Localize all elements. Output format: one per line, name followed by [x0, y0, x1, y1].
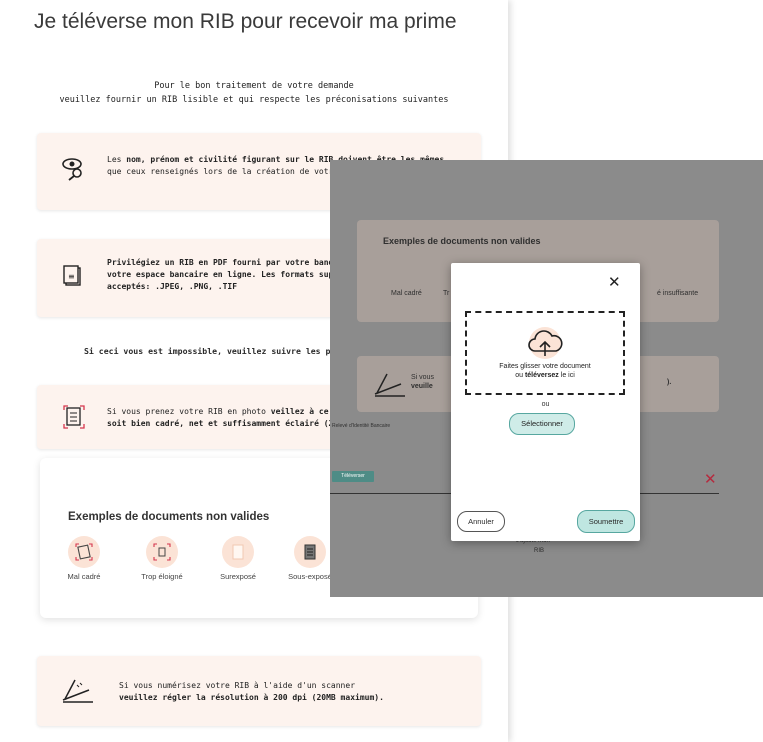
drop-zone-text-c: le ici [558, 372, 575, 379]
drop-zone-text-b: téléversez [524, 372, 559, 379]
card-photo-line-2: soit bien cadré, net et suffisamment écl… [107, 419, 334, 428]
framed-document-icon [63, 405, 85, 429]
backdrop-examples-title: Exemples de documents non valides [383, 236, 541, 246]
backdrop-upload-button[interactable]: Téléverser [332, 471, 374, 482]
drop-zone[interactable]: Faites glisser votre document ou téléver… [465, 311, 625, 395]
eye-magnifier-icon [62, 158, 82, 181]
card-scanner-line-1: Si vous numérisez votre RIB à l'aide d'u… [119, 681, 356, 690]
cancel-button[interactable]: Annuler [457, 511, 505, 532]
underexposed-icon [294, 536, 326, 568]
example-label: Mal cadré [67, 572, 101, 581]
badly-framed-icon [68, 536, 100, 568]
cloud-upload-icon [528, 327, 563, 359]
drop-zone-line-2: ou téléversez le ici [467, 372, 623, 379]
card-pdf-line-2: votre espace bancaire en ligne. Les form… [107, 270, 363, 279]
backdrop-scanner-line-2: veuille [411, 383, 433, 390]
invalid-examples-title: Exemples de documents non valides [68, 511, 270, 523]
drop-zone-line-1: Faites glisser votre document [499, 363, 591, 370]
backdrop-add-rib-line-2: RIB [534, 548, 545, 554]
remove-x-icon[interactable]: ✕ [704, 470, 717, 488]
intro-line-2: veuillez fournir un RIB lisible et qui r… [59, 95, 449, 105]
overexposed-icon [222, 536, 254, 568]
close-icon[interactable]: ✕ [608, 273, 621, 291]
card-photo-line-1: Si vous prenez votre RIB en photo veille… [107, 406, 357, 418]
upload-modal: ✕ Faites glisser votre document ou télév… [451, 263, 640, 541]
or-separator: ou [541, 401, 550, 408]
backdrop-scanner-line-1: Si vous [411, 374, 434, 381]
page-title: Je téléverse mon RIB pour recevoir ma pr… [34, 10, 457, 33]
example-label: Sous-exposé [288, 572, 332, 581]
example-surexpose: Surexposé [208, 536, 268, 581]
backdrop-example-last: é insuffisante [657, 290, 699, 297]
card-pdf-line-1: Privilégiez un RIB en PDF fourni par vot… [107, 258, 344, 267]
backdrop-scanner-end: ). [667, 379, 672, 386]
backdrop-example-1: Mal cadré [391, 290, 422, 297]
card-pdf-line-3: acceptés: .JPEG, .PNG, .TIF [107, 282, 238, 291]
too-far-icon [146, 536, 178, 568]
scanner-icon [62, 679, 93, 703]
intro-line-1: Pour le bon traitement de votre demande [154, 81, 354, 91]
card-scanner-line-2: veuillez régler la résolution à 200 dpi … [119, 693, 384, 702]
example-label: Surexposé [220, 572, 256, 581]
card-identity-text-a: Les [107, 155, 127, 164]
backdrop-scanner-icon [374, 373, 405, 397]
example-mal-cadre: Mal cadré [54, 536, 114, 581]
svg-text:≡: ≡ [68, 272, 75, 281]
submit-button[interactable]: Soumettre [577, 510, 635, 533]
backdrop-example-2: Tr [443, 290, 450, 297]
select-file-button[interactable]: Sélectionner [509, 413, 575, 435]
intro-text: Pour le bon traitement de votre demande … [0, 79, 508, 107]
card-photo-text-a: Si vous prenez votre RIB en photo [107, 407, 271, 416]
document-icon: ≡ [63, 265, 81, 286]
drop-zone-text-a: ou [515, 372, 525, 379]
example-label: Trop éloigné [141, 572, 183, 581]
backdrop-field-label: Relevé d'Identité Bancaire [332, 423, 391, 429]
example-trop-eloigne: Trop éloigné [132, 536, 192, 581]
card-scanner: Si vous numérisez votre RIB à l'aide d'u… [37, 656, 481, 726]
